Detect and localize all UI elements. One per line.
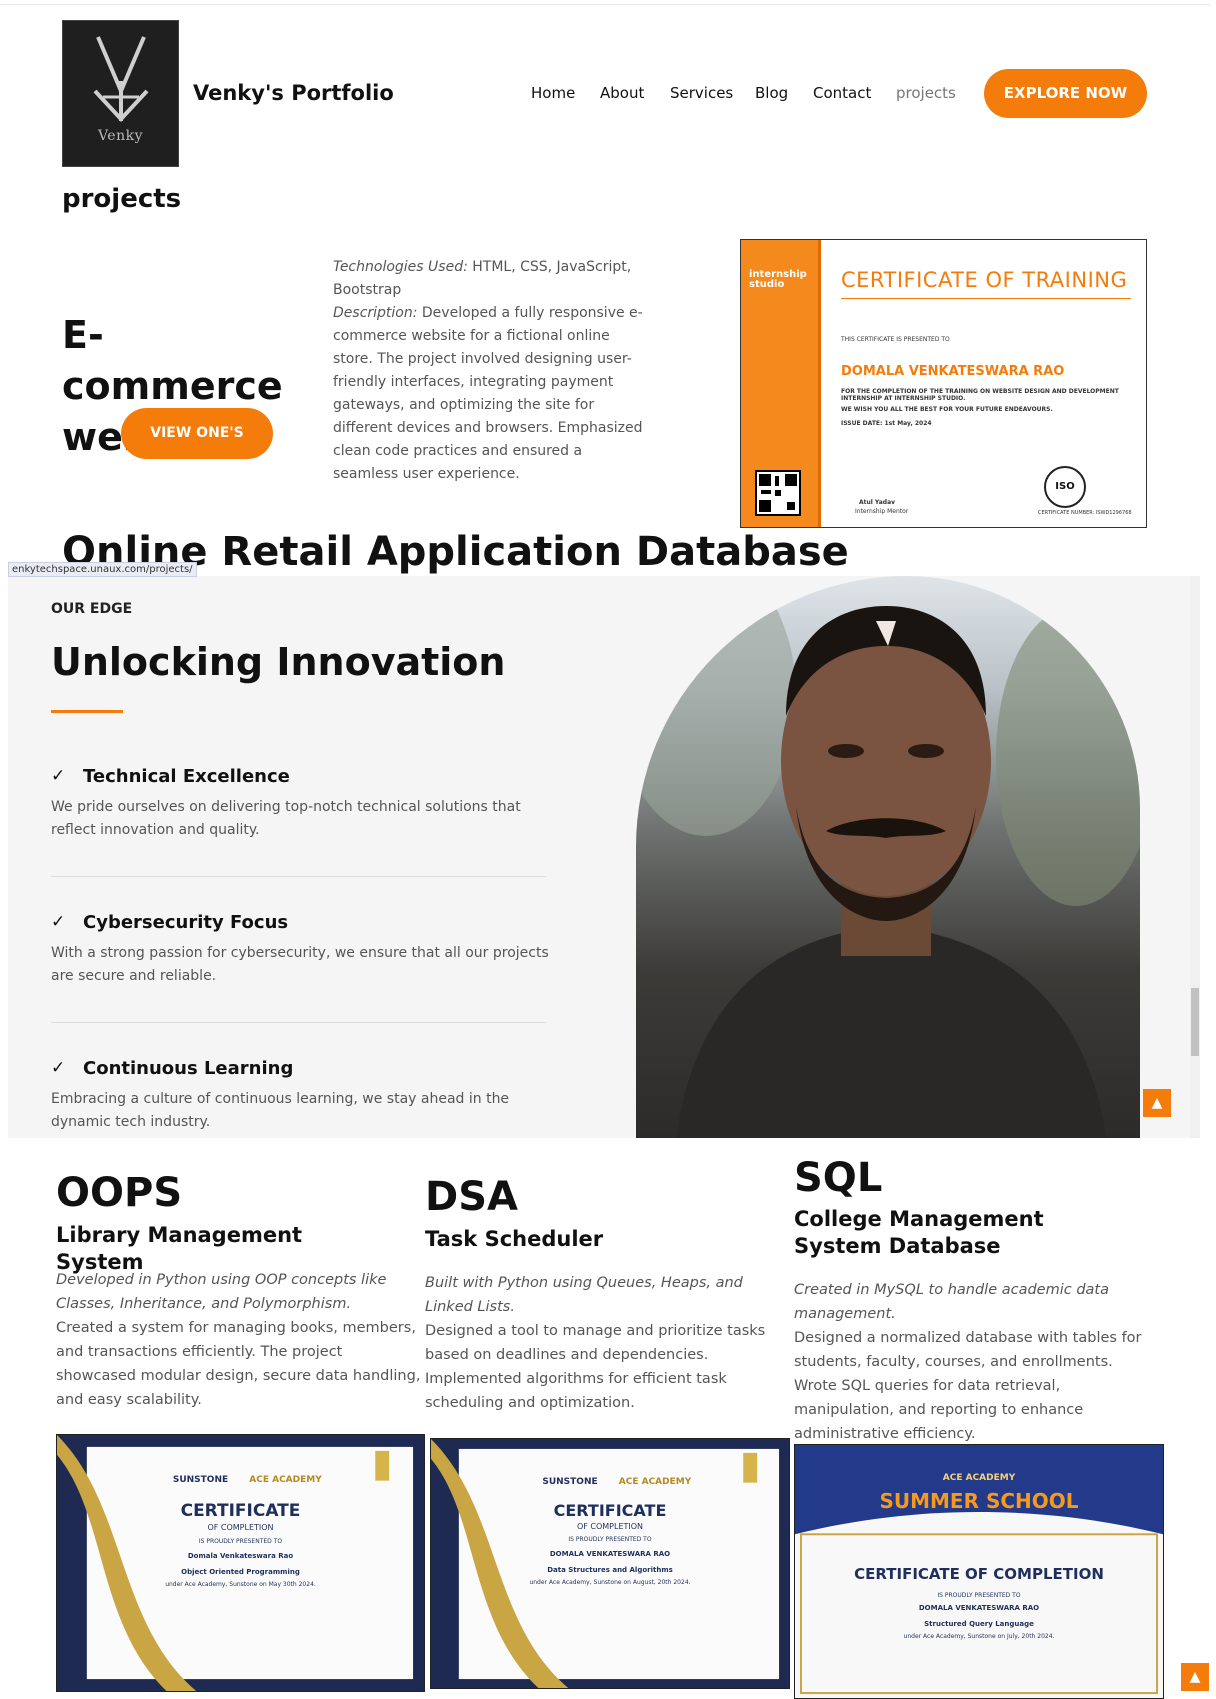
iso-text: ISO <box>1055 481 1075 492</box>
nav-about[interactable]: About <box>600 84 644 102</box>
edge-label: OUR EDGE <box>51 601 133 617</box>
cert-course: Structured Query Language <box>924 1620 1034 1628</box>
certificate-signer: Atul Yadav <box>859 499 896 506</box>
feature-title: Continuous Learning <box>83 1058 294 1079</box>
course-sub-dsa: Task Scheduler <box>425 1227 604 1251</box>
cert-presented: IS PROUDLY PRESENTED TO <box>198 1538 283 1545</box>
site-title[interactable]: Venky's Portfolio <box>193 81 394 105</box>
course-italic: Built with Python using Queues, Heaps, a… <box>425 1275 743 1315</box>
training-certificate: internship studio CERTIFICATE OF TRAININ… <box>740 239 1147 528</box>
top-divider <box>0 4 1210 5</box>
chevron-up-icon[interactable]: ▲ <box>1143 1089 1171 1117</box>
course-desc-sql: Created in MySQL to handle academic data… <box>794 1278 1149 1446</box>
course-italic: Developed in Python using OOP concepts l… <box>56 1272 387 1312</box>
course-desc-dsa: Built with Python using Queues, Heaps, a… <box>425 1271 795 1415</box>
desc-label: Description: <box>333 305 418 321</box>
course-text: Designed a normalized database with tabl… <box>794 1330 1142 1442</box>
certificate-line1: FOR THE COMPLETION OF THE TRAINING ON WE… <box>841 388 1119 402</box>
cert-line: under Ace Academy, Sunstone on May 30th … <box>165 1581 316 1588</box>
cert-course: Object Oriented Programming <box>181 1568 300 1576</box>
dsa-certificate: SUNSTONE ACE ACADEMY CERTIFICATE OF COMP… <box>430 1438 790 1689</box>
certificate-side-band: internship studio <box>741 240 821 527</box>
nav-home[interactable]: Home <box>531 84 575 102</box>
cert-name: DOMALA VENKATESWARA RAO <box>918 1604 1040 1612</box>
tech-label: Technologies Used: <box>333 259 468 275</box>
oops-certificate: SUNSTONE ACE ACADEMY CERTIFICATE OF COMP… <box>56 1434 425 1692</box>
certificate-presented: THIS CERTIFICATE IS PRESENTED TO <box>841 336 950 343</box>
section-title: projects <box>62 184 182 214</box>
edge-heading: Unlocking Innovation <box>51 640 506 684</box>
brand-ace: ACE ACADEMY <box>942 1473 1016 1483</box>
course-title-oops: OOPS <box>56 1170 183 1216</box>
feature-title: Technical Excellence <box>83 766 290 787</box>
certificate-signer-role: Internship Mentor <box>855 508 909 515</box>
nav-services[interactable]: Services <box>670 84 733 102</box>
feature-divider <box>51 876 546 877</box>
cert-heading: CERTIFICATE <box>553 1501 667 1520</box>
brand-ace: ACE ACADEMY <box>249 1475 322 1485</box>
our-edge-section[interactable]: OUR EDGE Unlocking Innovation ✓ Technica… <box>8 576 1200 1138</box>
cert-line: under Ace Academy, Sunstone on August, 2… <box>529 1579 691 1586</box>
cert-heading: CERTIFICATE <box>180 1501 301 1521</box>
feature-desc: With a strong passion for cybersecurity,… <box>51 945 549 984</box>
certificate-issue-date: ISSUE DATE: 1st May, 2024 <box>841 420 932 427</box>
course-text: Created a system for managing books, mem… <box>56 1320 421 1408</box>
nav-contact[interactable]: Contact <box>813 84 871 102</box>
certificate-number: CERTIFICATE NUMBER: ISWD1296768 <box>1038 510 1132 516</box>
cert-sub: OF COMPLETION <box>207 1523 274 1532</box>
scrollbar-thumb[interactable] <box>1191 988 1199 1056</box>
cert-course: Data Structures and Algorithms <box>547 1566 673 1574</box>
course-desc-oops: Developed in Python using OOP concepts l… <box>56 1268 426 1412</box>
check-icon: ✓ <box>51 1058 66 1078</box>
explore-now-button[interactable]: EXPLORE NOW <box>984 69 1147 118</box>
edge-heading-underline <box>51 710 123 713</box>
feature-desc: We pride ourselves on delivering top-not… <box>51 799 521 838</box>
project-description: Technologies Used: HTML, CSS, JavaScript… <box>333 256 643 486</box>
cert-sub: OF COMPLETION <box>576 1522 644 1531</box>
certificate-brand: internship studio <box>749 269 807 290</box>
summer-school-title: SUMMER SCHOOL <box>879 1489 1079 1513</box>
course-italic: Created in MySQL to handle academic data… <box>794 1282 1109 1322</box>
feature-desc: Embracing a culture of continuous learni… <box>51 1091 510 1130</box>
nav-projects[interactable]: projects <box>896 84 956 102</box>
check-icon: ✓ <box>51 912 66 932</box>
check-icon: ✓ <box>51 766 66 786</box>
sql-certificate: ACE ACADEMY SUMMER SCHOOL CERTIFICATE OF… <box>794 1444 1164 1699</box>
cert-heading: CERTIFICATE OF COMPLETION <box>854 1565 1104 1583</box>
desc-value: Developed a fully responsive e-commerce … <box>333 305 643 482</box>
cert-presented: IS PROUDLY PRESENTED TO <box>568 1536 652 1543</box>
course-text: Designed a tool to manage and prioritize… <box>425 1323 766 1411</box>
cert-name: DOMALA VENKATESWARA RAO <box>549 1550 671 1558</box>
brand-ace: ACE ACADEMY <box>618 1477 692 1487</box>
status-url: enkytechspace.unaux.com/projects/ <box>8 562 197 577</box>
chevron-up-icon[interactable]: ▲ <box>1181 1663 1209 1691</box>
cert-line: under Ace Academy, Sunstone on July, 20t… <box>903 1633 1055 1640</box>
view-project-button[interactable]: VIEW ONE'S <box>121 408 273 459</box>
certificate-line2: WE WISH YOU ALL THE BEST FOR YOUR FUTURE… <box>841 406 1053 413</box>
qr-code-icon <box>755 470 801 516</box>
course-title-sql: SQL <box>794 1155 883 1201</box>
feature-divider <box>51 1022 546 1023</box>
cert-name: Domala Venkateswara Rao <box>187 1552 294 1560</box>
certificate-rule <box>841 298 1131 299</box>
certificate-heading: CERTIFICATE OF TRAINING <box>841 268 1128 292</box>
certificate-recipient: DOMALA VENKATESWARA RAO <box>841 364 1065 379</box>
iso-badge-icon: ISO <box>1044 466 1086 508</box>
course-title-dsa: DSA <box>425 1174 518 1220</box>
course-sub-sql: College Management System Database <box>794 1207 1044 1258</box>
cert-presented: IS PROUDLY PRESENTED TO <box>937 1592 1021 1599</box>
feature-title: Cybersecurity Focus <box>83 912 289 933</box>
nav-blog[interactable]: Blog <box>755 84 788 102</box>
site-logo[interactable]: Venky <box>62 20 179 167</box>
profile-photo <box>636 576 1140 1138</box>
logo-text: Venky <box>97 128 144 144</box>
